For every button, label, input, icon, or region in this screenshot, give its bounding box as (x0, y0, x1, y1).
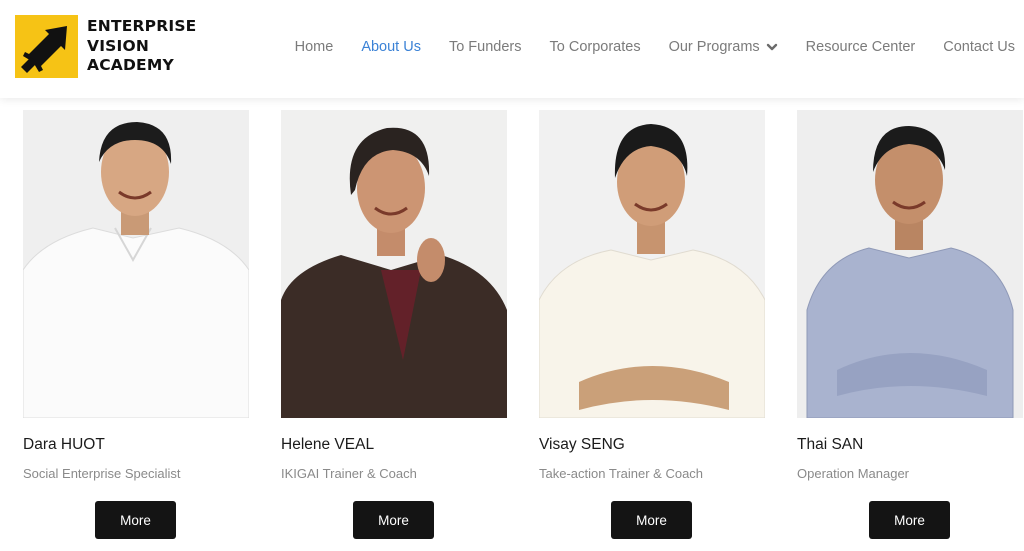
nav-our-programs[interactable]: Our Programs (669, 39, 778, 55)
nav-our-programs-label: Our Programs (668, 39, 760, 55)
nav-resource-center-label: Resource Center (805, 39, 916, 55)
nav-home-label: Home (294, 39, 334, 55)
main-nav: Home About Us To Funders To Corporates O… (295, 38, 1015, 56)
nav-contact-us[interactable]: Contact Us (943, 39, 1015, 55)
member-name: Dara HUOT (23, 436, 105, 453)
team-card: Dara HUOT Social Enterprise Specialist M… (23, 110, 249, 539)
brand-line-2: VISION (87, 36, 150, 55)
member-role: Social Enterprise Specialist (23, 466, 181, 481)
team-grid: Dara HUOT Social Enterprise Specialist M… (0, 110, 1024, 551)
portrait-photo (539, 110, 765, 418)
nav-to-funders[interactable]: To Funders (449, 39, 522, 55)
portrait-photo (797, 110, 1023, 418)
nav-to-funders-label: To Funders (448, 39, 522, 55)
team-card: Visay SENG Take-action Trainer & Coach M… (539, 110, 765, 539)
chevron-down-icon (766, 41, 778, 53)
site-header: ENTERPRISE VISION ACADEMY Home About Us … (0, 0, 1024, 98)
nav-to-corporates-label: To Corporates (549, 39, 641, 55)
member-role: Operation Manager (797, 466, 910, 481)
portrait-photo (281, 110, 507, 418)
member-name: Thai SAN (797, 436, 864, 453)
team-card: Thai SAN Operation Manager More (797, 110, 1023, 539)
brand-line-3: ACADEMY (87, 56, 174, 75)
member-role: Take-action Trainer & Coach (539, 466, 704, 481)
portrait-photo (23, 110, 249, 418)
nav-home[interactable]: Home (295, 39, 334, 55)
nav-contact-us-label: Contact Us (943, 39, 1015, 55)
more-button[interactable]: More (869, 501, 950, 539)
brand-name: ENTERPRISE VISION ACADEMY (87, 17, 196, 76)
nav-about-us-label: About Us (361, 39, 421, 55)
arrow-plane-icon (15, 15, 78, 78)
more-button[interactable]: More (95, 501, 176, 539)
site-logo[interactable]: ENTERPRISE VISION ACADEMY (15, 15, 196, 78)
brand-line-1: ENTERPRISE (87, 17, 197, 36)
more-button[interactable]: More (611, 501, 692, 539)
member-name: Visay SENG (539, 436, 625, 453)
team-card: Helene VEAL IKIGAI Trainer & Coach More (281, 110, 507, 539)
nav-to-corporates[interactable]: To Corporates (550, 39, 641, 55)
member-name: Helene VEAL (281, 436, 375, 453)
nav-about-us[interactable]: About Us (361, 39, 421, 55)
nav-resource-center[interactable]: Resource Center (806, 39, 916, 55)
more-button[interactable]: More (353, 501, 434, 539)
member-role: IKIGAI Trainer & Coach (281, 466, 417, 481)
